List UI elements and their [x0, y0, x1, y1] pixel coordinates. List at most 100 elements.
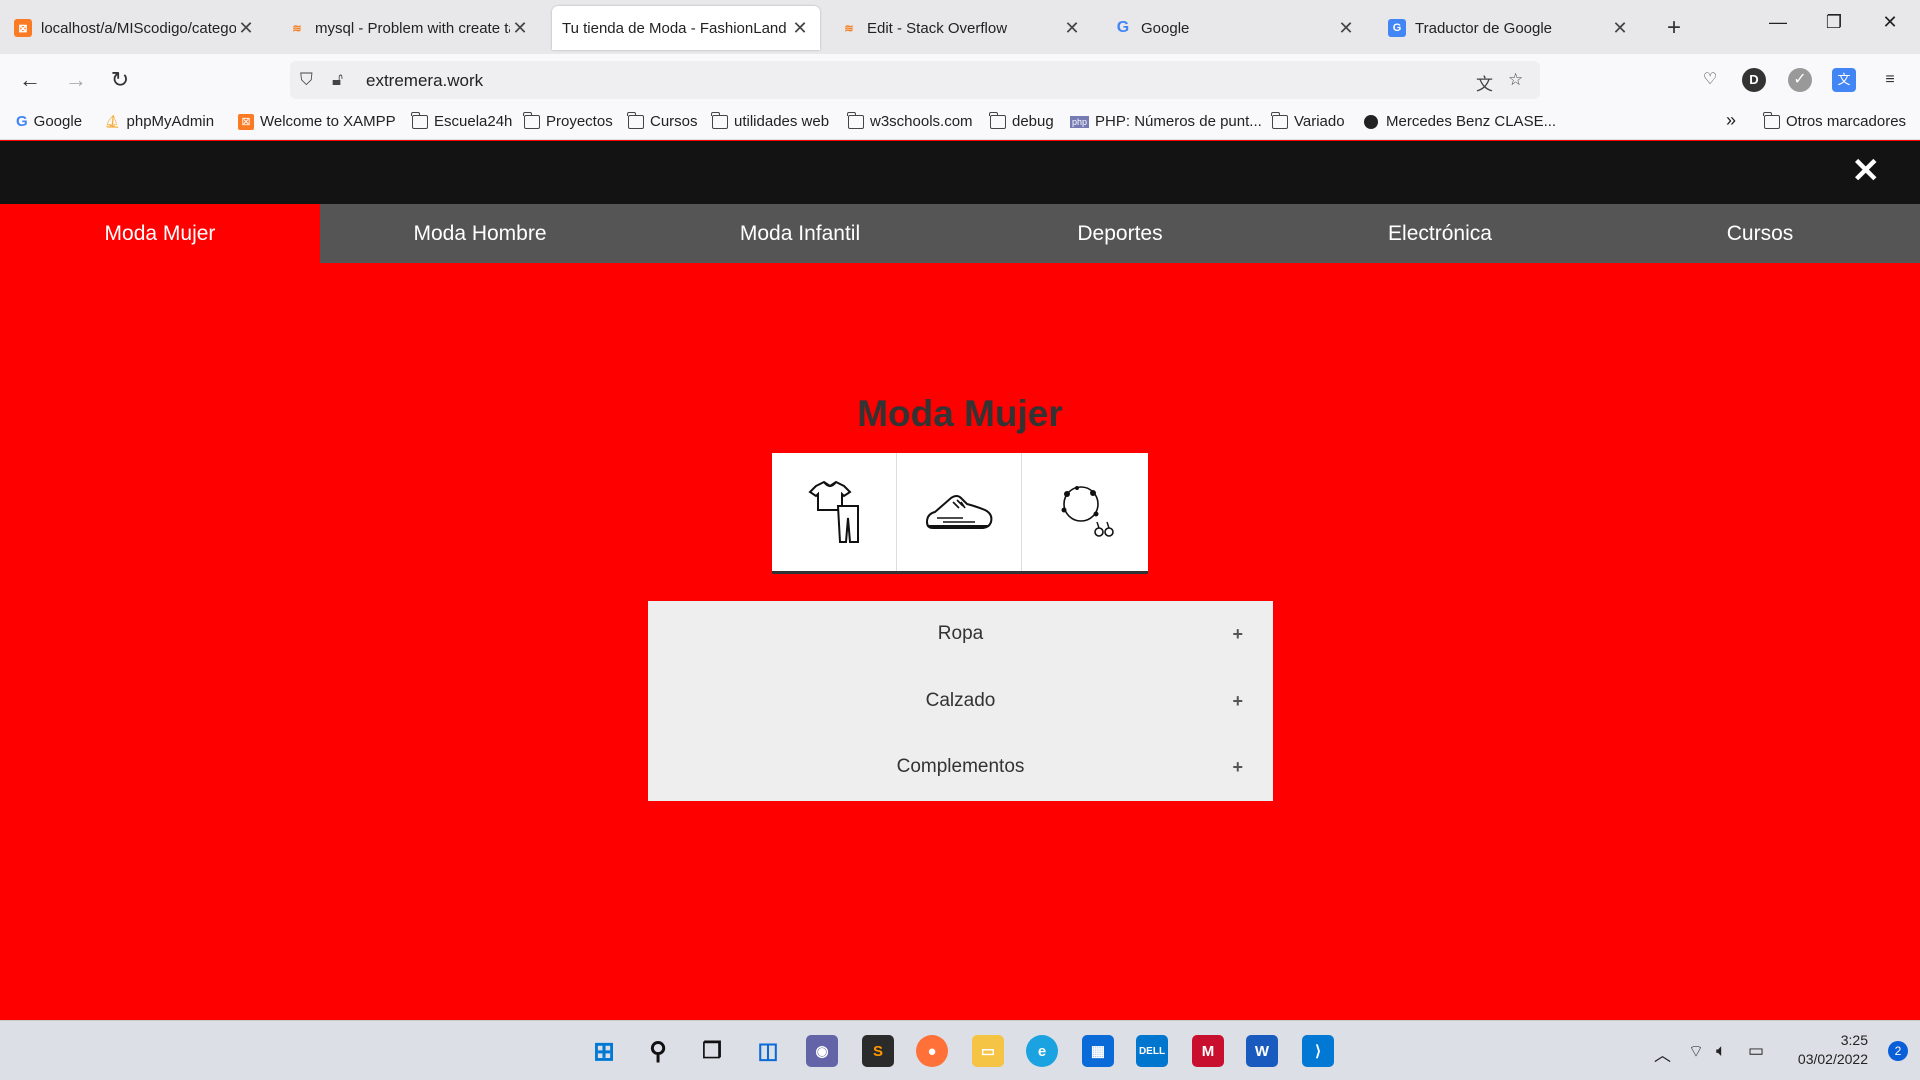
bookmark-label: debug — [1012, 113, 1054, 130]
category-tab-deportes[interactable]: Deportes — [960, 204, 1280, 263]
browser-tab[interactable]: ≋ Edit - Stack Overflow ✕ — [830, 6, 1092, 50]
other-bookmarks-folder[interactable]: Otros marcadores — [1763, 111, 1906, 130]
firefox-icon[interactable]: ● — [916, 1035, 948, 1067]
minimize-icon[interactable]: — — [1758, 12, 1798, 33]
url-text[interactable]: extremera.work — [366, 71, 483, 91]
restore-icon[interactable]: ❐ — [1814, 12, 1854, 33]
wifi-icon[interactable]: ⌔ — [1688, 1041, 1704, 1062]
tab-close-icon[interactable]: ✕ — [510, 18, 530, 39]
widgets-icon[interactable]: ◫ — [752, 1035, 784, 1067]
dell-icon[interactable]: DELL — [1136, 1035, 1168, 1067]
bookmark-star-icon[interactable]: ☆ — [1508, 70, 1523, 90]
clock-date: 03/02/2022 — [1797, 1051, 1868, 1067]
teams-chat-icon[interactable]: ◉ — [806, 1035, 838, 1067]
window-close-icon[interactable]: ✕ — [1870, 12, 1910, 33]
browser-tab[interactable]: G Traductor de Google ✕ — [1378, 6, 1640, 50]
vscode-icon[interactable]: ⟩ — [1302, 1035, 1334, 1067]
category-tab-cursos[interactable]: Cursos — [1600, 204, 1920, 263]
tab-close-icon[interactable]: ✕ — [1610, 18, 1630, 39]
bookmark-folder[interactable]: Escuela24h — [411, 111, 513, 130]
search-icon[interactable]: ⚲ — [642, 1035, 674, 1067]
subcategory-tile-complementos[interactable] — [1022, 453, 1147, 571]
tab-close-icon[interactable]: ✕ — [236, 18, 256, 39]
shield-icon[interactable]: ⛉ — [300, 70, 313, 90]
bookmark-label: Mercedes Benz CLASE... — [1386, 113, 1557, 130]
bookmark-folder[interactable]: Variado — [1271, 111, 1345, 130]
menu-close-icon[interactable]: ✕ — [1852, 153, 1881, 189]
bookmark-label: w3schools.com — [870, 113, 973, 130]
battery-icon[interactable]: ▭ — [1748, 1041, 1764, 1061]
bookmark-folder[interactable]: Proyectos — [523, 111, 613, 130]
more-bookmarks-chevron-icon[interactable]: » — [1726, 110, 1736, 131]
stackoverflow-icon: ≋ — [292, 22, 302, 35]
tab-close-icon[interactable]: ✕ — [790, 18, 810, 39]
accordion-label: Calzado — [925, 689, 996, 711]
browser-tab[interactable]: ⊠ localhost/a/MIScodigo/catego ✕ — [4, 6, 266, 50]
subcategory-tile-ropa[interactable] — [772, 453, 897, 571]
bookmark-label: phpMyAdmin — [126, 113, 215, 130]
microsoft-store-icon[interactable]: ▦ — [1082, 1035, 1114, 1067]
bookmark-folder[interactable]: utilidades web — [711, 111, 829, 130]
bookmark-label: Google — [33, 113, 83, 130]
tab-close-icon[interactable]: ✕ — [1062, 18, 1082, 39]
start-windows-icon[interactable]: ⊞ — [588, 1035, 620, 1067]
volume-icon[interactable]: 🔈︎ — [1716, 1041, 1726, 1061]
xampp-icon: ⊠ — [14, 19, 32, 37]
translate-page-icon[interactable]: 文 — [1476, 70, 1493, 95]
pocket-icon[interactable]: ♡ — [1698, 68, 1722, 92]
category-tab-electronica[interactable]: Electrónica — [1280, 204, 1600, 263]
folder-icon — [989, 111, 1006, 129]
lock-warning-icon[interactable]: 🔓︎ — [332, 70, 343, 90]
reload-icon[interactable]: ↻ — [106, 66, 134, 94]
bookmark-folder[interactable]: debug — [989, 111, 1054, 130]
bookmark-label: Escuela24h — [434, 113, 513, 130]
bookmark-item[interactable]: Mercedes Benz CLASE... — [1364, 113, 1556, 130]
bookmark-item[interactable]: ⛵︎ phpMyAdmin — [104, 113, 214, 130]
notification-badge[interactable]: 2 — [1888, 1041, 1908, 1061]
category-tab-moda-hombre[interactable]: Moda Hombre — [320, 204, 640, 263]
edge-icon[interactable]: e — [1026, 1035, 1058, 1067]
folder-icon — [711, 111, 728, 129]
jewelry-icon — [1061, 486, 1114, 537]
sublime-text-icon[interactable]: S — [862, 1035, 894, 1067]
tab-title: localhost/a/MIScodigo/catego — [41, 19, 236, 37]
system-clock[interactable]: 3:25 03/02/2022 — [1798, 1031, 1868, 1069]
word-icon[interactable]: W — [1246, 1035, 1278, 1067]
phpmyadmin-icon: ⛵︎ — [104, 113, 121, 129]
forward-icon[interactable]: → — [62, 66, 90, 94]
bookmark-folder[interactable]: Cursos — [627, 111, 698, 130]
browser-tab[interactable]: G Google ✕ — [1104, 6, 1366, 50]
translate-extension-icon[interactable]: 文 — [1832, 68, 1856, 92]
extension-check-icon[interactable]: ✓ — [1788, 68, 1812, 92]
browser-tab-active[interactable]: Tu tienda de Moda - FashionLand ✕ — [552, 6, 820, 50]
accordion-item-complementos[interactable]: Complementos + — [648, 734, 1273, 801]
tab-title: mysql - Problem with create ta — [315, 19, 510, 37]
profile-avatar[interactable]: D — [1742, 68, 1766, 92]
tab-close-icon[interactable]: ✕ — [1336, 18, 1356, 39]
accordion-item-ropa[interactable]: Ropa + — [648, 601, 1273, 668]
site-top-bar: ✕ — [0, 141, 1920, 204]
bookmark-item[interactable]: ⊠ Welcome to XAMPP — [238, 113, 396, 130]
bookmark-folder[interactable]: w3schools.com — [847, 111, 973, 130]
category-tab-moda-infantil[interactable]: Moda Infantil — [640, 204, 960, 263]
php-icon: php — [1070, 115, 1090, 128]
hamburger-menu-icon[interactable]: ≡ — [1878, 68, 1902, 92]
browser-tab[interactable]: ≋ mysql - Problem with create ta ✕ — [278, 6, 540, 50]
folder-icon — [411, 111, 428, 129]
category-tab-moda-mujer[interactable]: Moda Mujer — [0, 204, 320, 263]
mcafee-icon[interactable]: M — [1192, 1035, 1224, 1067]
subcategory-tile-calzado[interactable] — [897, 453, 1022, 571]
chevron-up-icon[interactable]: ︿ — [1654, 1041, 1671, 1066]
bookmark-item[interactable]: G Google — [16, 113, 82, 130]
new-tab-button[interactable]: + — [1660, 14, 1688, 42]
plus-icon[interactable]: + — [1232, 601, 1243, 667]
bookmark-item[interactable]: php PHP: Números de punt... — [1070, 113, 1262, 130]
accordion-item-calzado[interactable]: Calzado + — [648, 668, 1273, 735]
task-view-icon[interactable]: ❐ — [696, 1035, 728, 1067]
address-bar[interactable]: ⛉ 🔓︎ extremera.work 文 ☆ — [290, 61, 1540, 99]
back-icon[interactable]: ← — [16, 66, 44, 94]
google-icon: G — [16, 113, 28, 130]
file-explorer-icon[interactable]: ▭ — [972, 1035, 1004, 1067]
plus-icon[interactable]: + — [1232, 668, 1243, 734]
plus-icon[interactable]: + — [1232, 734, 1243, 800]
